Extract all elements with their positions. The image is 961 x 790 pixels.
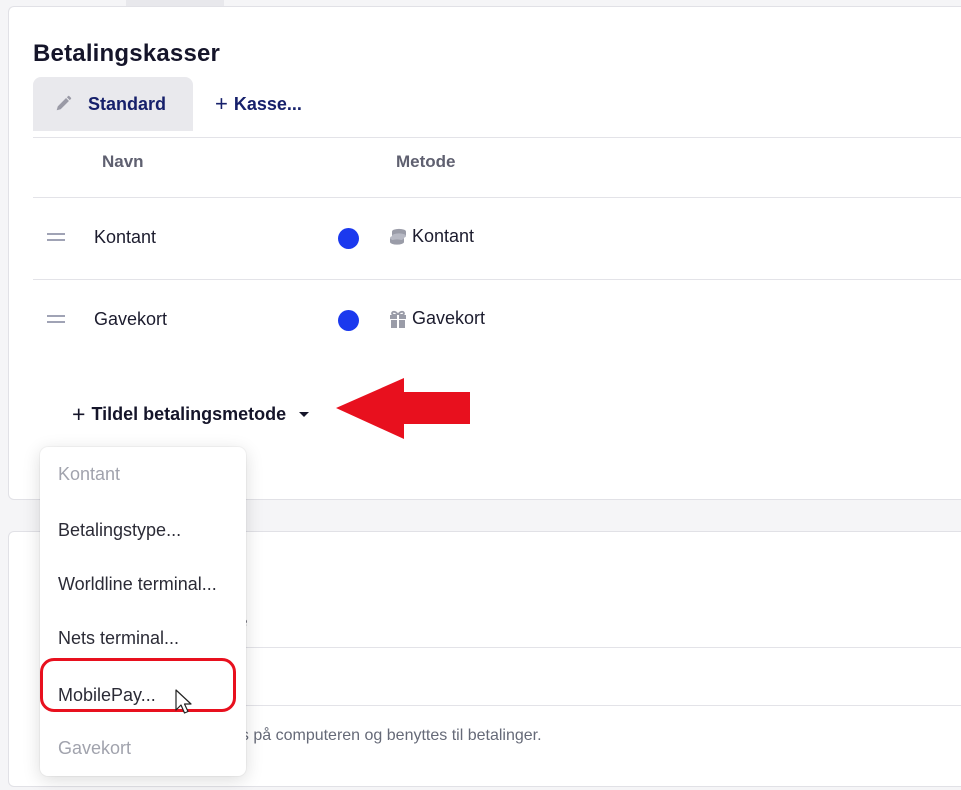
highlight-annotation [40, 658, 236, 712]
add-register-label: Kasse... [233, 93, 302, 114]
tab-standard[interactable]: Standard [33, 77, 193, 131]
divider [33, 137, 961, 138]
row-method: Kontant [388, 226, 474, 247]
table-row: Gavekort Gavekort [33, 281, 961, 361]
divider [33, 197, 961, 198]
gift-icon [390, 310, 406, 328]
mouse-cursor-icon [175, 689, 192, 714]
divider [200, 705, 961, 706]
row-method-label: Gavekort [412, 308, 486, 328]
menu-item-kontant: Kontant [58, 464, 121, 484]
payment-method-dropdown: Kontant Betalingstype... Worldline termi… [40, 447, 246, 776]
tab-standard-label: Standard [88, 93, 167, 114]
red-arrow-annotation [336, 378, 470, 439]
drag-handle-icon[interactable] [47, 233, 65, 241]
card2-hint-fragment: es på computeren og benyttes til betalin… [232, 727, 542, 744]
color-dot[interactable] [338, 228, 359, 249]
row-method-label: Kontant [412, 226, 475, 246]
plus-icon: + [72, 401, 86, 427]
menu-item-gavekort: Gavekort [58, 738, 132, 758]
menu-item-nets-terminal[interactable]: Nets terminal... [58, 628, 179, 649]
caret-down-icon [299, 412, 310, 417]
plus-icon: + [215, 91, 228, 116]
column-header-method: Metode [396, 152, 456, 171]
table-row: Kontant Kontant [33, 199, 961, 279]
add-register-tab[interactable]: + Kasse... [193, 77, 302, 131]
row-name: Kontant [94, 227, 157, 247]
menu-item-betalingstype[interactable]: Betalingstype... [58, 520, 181, 541]
color-dot[interactable] [338, 310, 359, 331]
divider [200, 647, 961, 648]
pencil-icon [56, 95, 72, 111]
coins-icon [390, 228, 406, 245]
row-name: Gavekort [94, 309, 168, 329]
assign-payment-method-label: Tildel betalingsmetode [91, 404, 287, 424]
menu-item-worldline-terminal[interactable]: Worldline terminal... [58, 574, 217, 595]
assign-payment-method-button[interactable]: + Tildel betalingsmetode [72, 401, 310, 428]
drag-handle-icon[interactable] [47, 315, 65, 323]
register-tabs: Standard + Kasse... [33, 77, 302, 131]
section-title: Betalingskasser [33, 40, 221, 67]
column-header-name: Navn [102, 152, 144, 171]
row-method: Gavekort [388, 308, 485, 329]
divider [33, 279, 961, 280]
